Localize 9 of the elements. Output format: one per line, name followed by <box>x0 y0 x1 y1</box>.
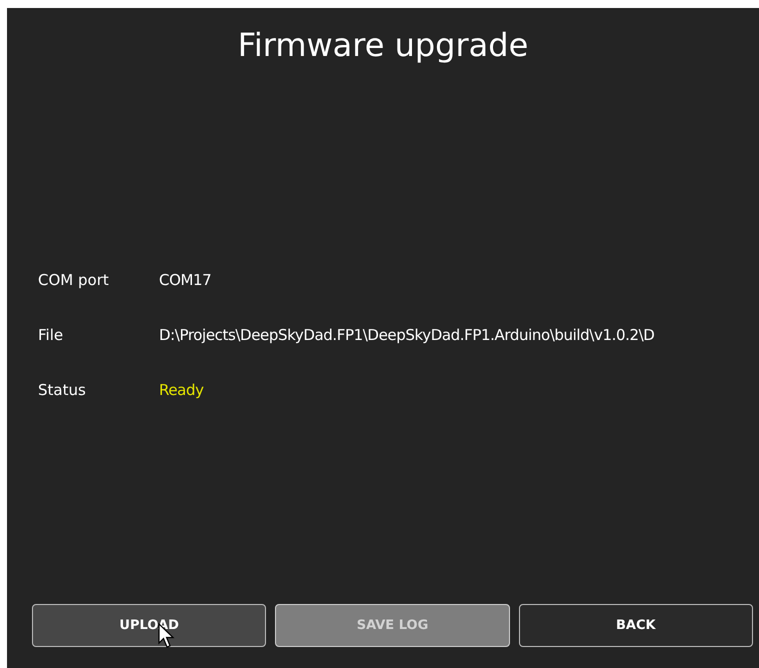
dialog-title: Firmware upgrade <box>236 26 530 66</box>
action-button[interactable]: BACK <box>518 604 753 647</box>
field-value: Ready <box>159 380 204 398</box>
field-value: D:\Projects\DeepSkyDad.FP1\DeepSkyDad.FP1.Arduino\build\v1.0.2\D <box>159 326 654 344</box>
field-label: Status <box>38 380 87 398</box>
field-value: COM17 <box>159 270 212 288</box>
action-button[interactable]: UPLOAD <box>32 604 266 647</box>
field-label: COM port <box>38 270 110 288</box>
field-label: File <box>38 326 64 344</box>
